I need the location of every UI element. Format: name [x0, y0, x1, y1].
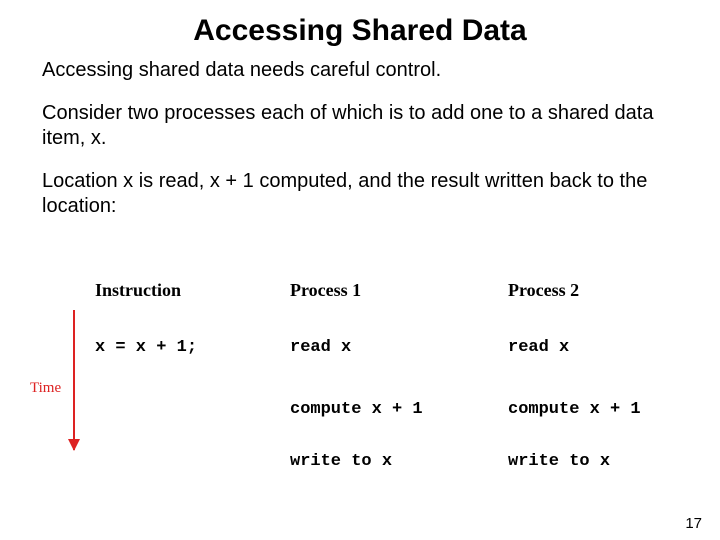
- paragraph-1: Accessing shared data needs careful cont…: [42, 58, 678, 83]
- slide: Accessing Shared Data Accessing shared d…: [0, 0, 720, 540]
- cell-instruction-1: x = x + 1;: [95, 338, 197, 357]
- cell-p2-write: write to x: [508, 452, 610, 471]
- time-arrow-icon: [73, 310, 75, 450]
- page-number: 17: [685, 515, 702, 532]
- cell-p1-compute: compute x + 1: [290, 400, 423, 419]
- header-process-2: Process 2: [508, 280, 579, 301]
- header-instruction: Instruction: [95, 280, 181, 301]
- header-process-1: Process 1: [290, 280, 361, 301]
- paragraph-2: Consider two processes each of which is …: [42, 101, 678, 151]
- slide-body: Accessing shared data needs careful cont…: [0, 58, 720, 219]
- paragraph-3: Location x is read, x + 1 computed, and …: [42, 169, 678, 219]
- race-condition-diagram: Time Instruction Process 1 Process 2 x =…: [30, 280, 690, 500]
- cell-p2-compute: compute x + 1: [508, 400, 641, 419]
- slide-title: Accessing Shared Data: [0, 0, 720, 58]
- cell-p2-read: read x: [508, 338, 569, 357]
- cell-p1-write: write to x: [290, 452, 392, 471]
- cell-p1-read: read x: [290, 338, 351, 357]
- time-axis-label: Time: [30, 380, 61, 397]
